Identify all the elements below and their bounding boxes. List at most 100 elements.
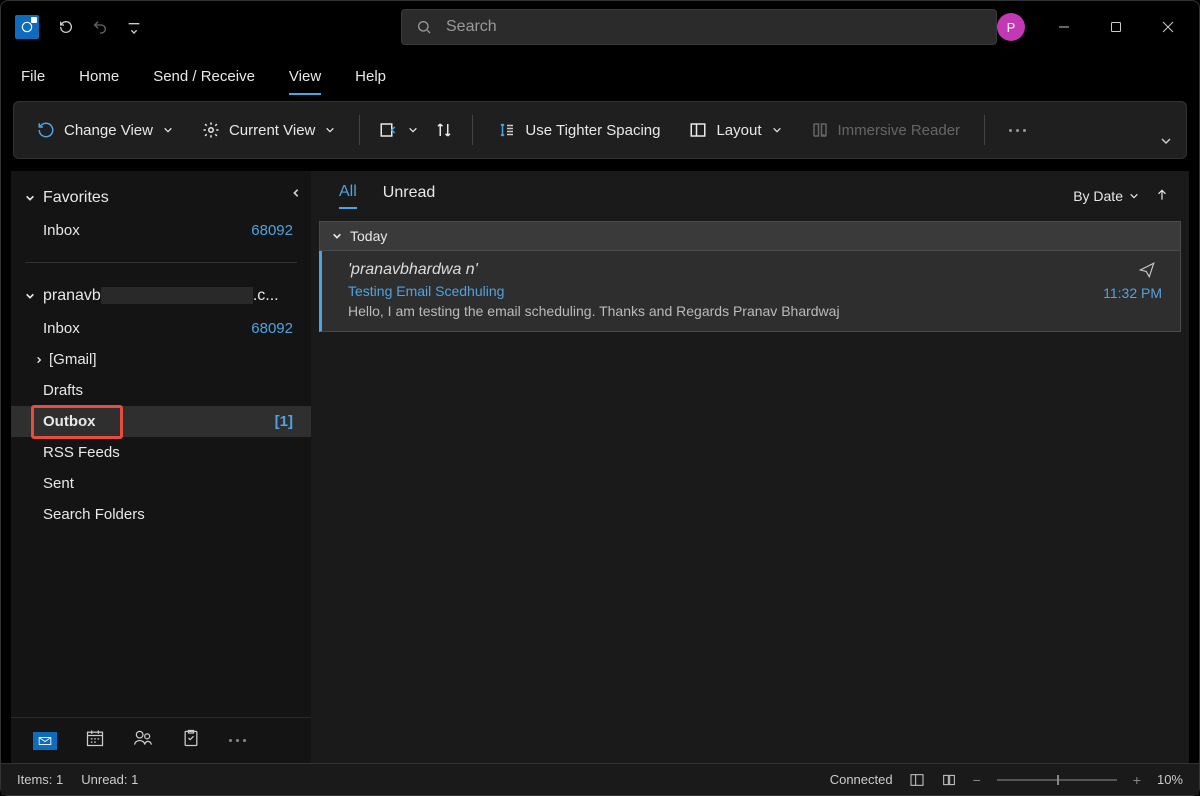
immersive-reader-button: Immersive Reader [800, 114, 971, 146]
folder-label: Search Folders [43, 506, 145, 523]
chevron-down-icon [163, 122, 173, 139]
layout-icon [688, 120, 708, 140]
sort-label: By Date [1073, 188, 1123, 204]
zoom-out-button[interactable]: − [973, 772, 981, 788]
favorites-label: Favorites [43, 189, 109, 207]
message-item[interactable]: 'pranavbhardwa n' Testing Email Scedhuli… [319, 251, 1181, 332]
tab-help[interactable]: Help [355, 68, 386, 95]
tasks-icon [181, 728, 201, 748]
undo-icon[interactable] [83, 10, 117, 44]
view-reading-button[interactable] [941, 772, 957, 788]
spacing-icon [497, 120, 517, 140]
sidebar-item-outbox[interactable]: Outbox [1] [11, 406, 311, 437]
folder-label: RSS Feeds [43, 444, 120, 461]
chevron-down-icon [25, 193, 35, 203]
change-view-label: Change View [64, 122, 153, 139]
search-input[interactable]: Search [401, 9, 997, 45]
ribbon-separator [472, 115, 473, 145]
tighter-spacing-button[interactable]: Use Tighter Spacing [487, 114, 670, 146]
view-normal-button[interactable] [909, 772, 925, 788]
sort-button[interactable] [430, 114, 458, 146]
immersive-reader-icon [810, 120, 830, 140]
chevron-down-icon [1129, 191, 1139, 201]
folder-label: [Gmail] [49, 351, 97, 368]
layout-button[interactable]: Layout [678, 114, 791, 146]
close-button[interactable] [1145, 11, 1191, 43]
sidebar-item-search-folders[interactable]: Search Folders [11, 499, 311, 530]
avatar-initial: P [1007, 20, 1016, 35]
maximize-button[interactable] [1093, 11, 1139, 43]
folder-label: Sent [43, 475, 74, 492]
ribbon-separator [984, 115, 985, 145]
sort-by-button[interactable]: By Date [1073, 188, 1139, 204]
message-list-area: All Unread By Date Today 'pranavbhardwa … [311, 171, 1189, 763]
filter-all-tab[interactable]: All [339, 183, 357, 209]
group-header-today[interactable]: Today [319, 221, 1181, 251]
chevron-right-icon [35, 356, 43, 364]
sidebar-item-inbox[interactable]: Inbox 68092 [11, 313, 311, 344]
folder-label: Inbox [43, 320, 80, 337]
calendar-icon [85, 728, 105, 748]
outlook-icon [15, 15, 39, 39]
ribbon: Change View Current View Use Tighter Spa… [13, 101, 1187, 159]
tab-file[interactable]: File [21, 68, 45, 95]
message-subject: Testing Email Scedhuling [348, 283, 1162, 299]
bottom-nav [11, 717, 311, 763]
sidebar-item-drafts[interactable]: Drafts [11, 375, 311, 406]
status-unread: Unread: 1 [81, 772, 138, 787]
tab-view[interactable]: View [289, 68, 321, 95]
status-bar: Items: 1 Unread: 1 Connected − + 10% [1, 763, 1199, 795]
tab-home[interactable]: Home [79, 68, 119, 95]
zoom-in-button[interactable]: + [1133, 772, 1141, 788]
sidebar-divider [25, 262, 297, 263]
account-header[interactable]: pranavbxxxxxxxxxxxxxxxxxxx.c... [11, 279, 311, 313]
collapse-ribbon-button[interactable] [1160, 134, 1172, 152]
user-avatar[interactable]: P [997, 13, 1025, 41]
message-preview: Hello, I am testing the email scheduling… [348, 303, 1162, 319]
zoom-slider[interactable] [997, 779, 1117, 781]
sidebar-item-inbox-fav[interactable]: Inbox 68092 [11, 215, 311, 246]
nav-calendar-button[interactable] [85, 728, 105, 753]
nav-more-button[interactable] [229, 739, 246, 742]
sidebar-item-gmail[interactable]: [Gmail] [11, 344, 311, 375]
chevron-down-icon [25, 291, 35, 301]
send-icon [1138, 261, 1156, 284]
favorites-header[interactable]: Favorites [11, 181, 311, 215]
search-icon [416, 19, 432, 35]
status-items: Items: 1 [17, 772, 63, 787]
message-preview-button[interactable] [374, 114, 422, 146]
nav-tasks-button[interactable] [181, 728, 201, 753]
folder-sidebar: Favorites Inbox 68092 pranavbxxxxxxxxxxx… [11, 171, 311, 763]
sidebar-item-sent[interactable]: Sent [11, 468, 311, 499]
current-view-button[interactable]: Current View [191, 114, 345, 146]
search-placeholder: Search [446, 18, 497, 36]
nav-people-button[interactable] [133, 728, 153, 753]
ribbon-separator [359, 115, 360, 145]
group-label: Today [350, 228, 387, 244]
status-connected: Connected [830, 772, 893, 787]
layout-label: Layout [716, 122, 761, 139]
mail-icon [33, 732, 57, 750]
sort-icon [434, 120, 454, 140]
message-time: 11:32 PM [1103, 285, 1162, 301]
chevron-down-icon [325, 122, 335, 139]
folder-label: Drafts [43, 382, 83, 399]
minimize-button[interactable] [1041, 11, 1087, 43]
message-from: 'pranavbhardwa n' [348, 261, 1162, 279]
change-view-button[interactable]: Change View [26, 114, 183, 146]
tab-send-receive[interactable]: Send / Receive [153, 68, 255, 95]
folder-count: 68092 [251, 222, 293, 239]
change-view-icon [36, 120, 56, 140]
sidebar-item-rss-feeds[interactable]: RSS Feeds [11, 437, 311, 468]
chevron-down-icon [408, 122, 418, 139]
refresh-icon[interactable] [49, 10, 83, 44]
folder-count: 68092 [251, 320, 293, 337]
main-area: Favorites Inbox 68092 pranavbxxxxxxxxxxx… [11, 171, 1189, 763]
folder-label: Outbox [43, 413, 96, 430]
customize-qat-dropdown[interactable] [117, 10, 151, 44]
sort-direction-button[interactable] [1155, 188, 1169, 205]
ribbon-more-button[interactable] [999, 129, 1036, 132]
filter-unread-tab[interactable]: Unread [383, 184, 435, 208]
nav-mail-button[interactable] [33, 732, 57, 750]
collapse-sidebar-button[interactable] [291, 185, 301, 203]
